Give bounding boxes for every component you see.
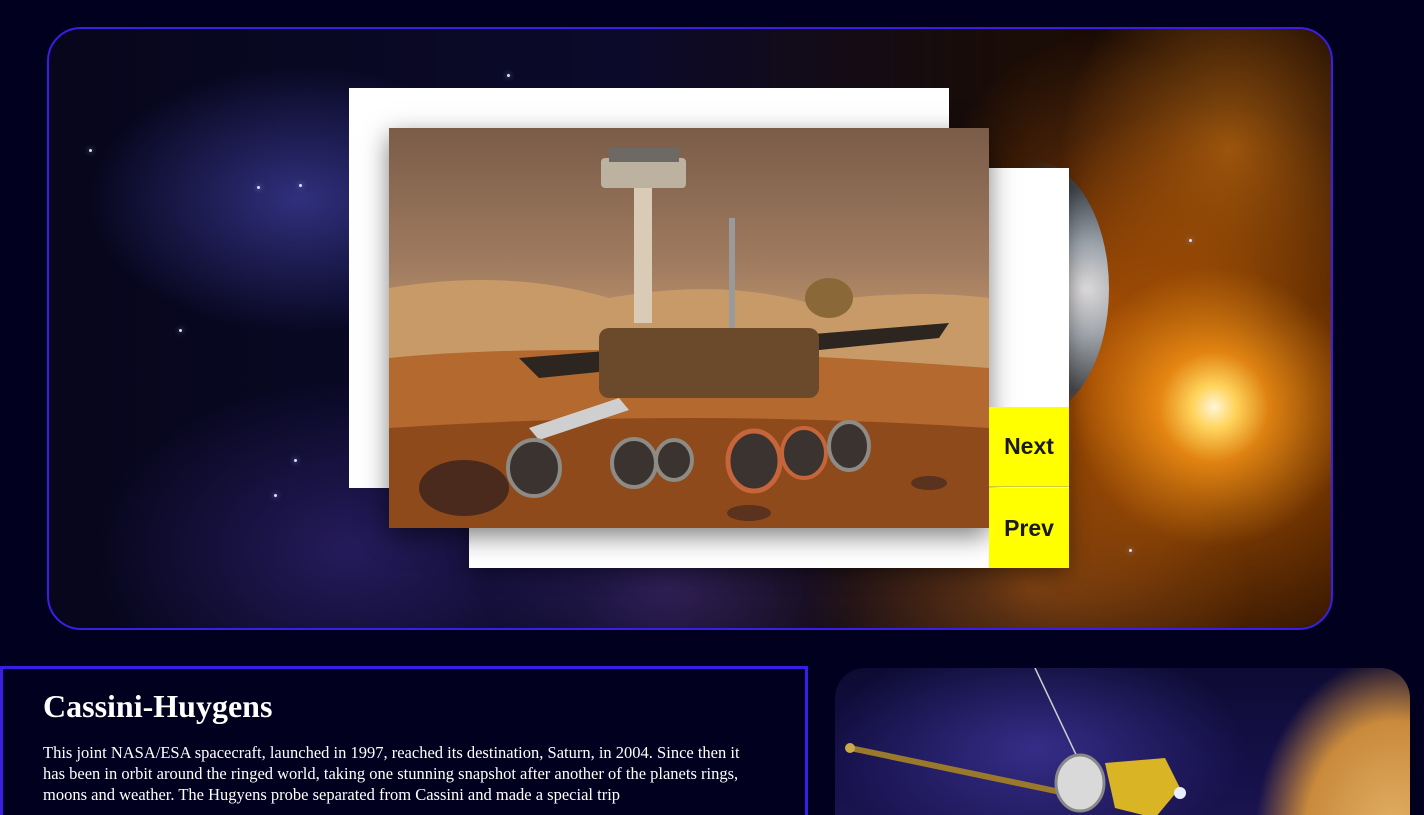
info-title: Cassini-Huygens bbox=[43, 688, 273, 724]
page: Next Prev Cassini-Huygens This joint NAS… bbox=[0, 0, 1424, 815]
mars-rover-illustration bbox=[389, 148, 989, 528]
info-body: This joint NASA/ESA spacecraft, launched… bbox=[43, 743, 740, 805]
cassini-image bbox=[835, 668, 1410, 815]
cassini-spacecraft-illustration bbox=[845, 668, 1186, 815]
next-button[interactable]: Next bbox=[989, 407, 1069, 487]
info-panel: Cassini-Huygens This joint NASA/ESA spac… bbox=[0, 666, 808, 815]
prev-button[interactable]: Prev bbox=[989, 488, 1069, 568]
slide-image-mars-rover bbox=[389, 128, 989, 528]
